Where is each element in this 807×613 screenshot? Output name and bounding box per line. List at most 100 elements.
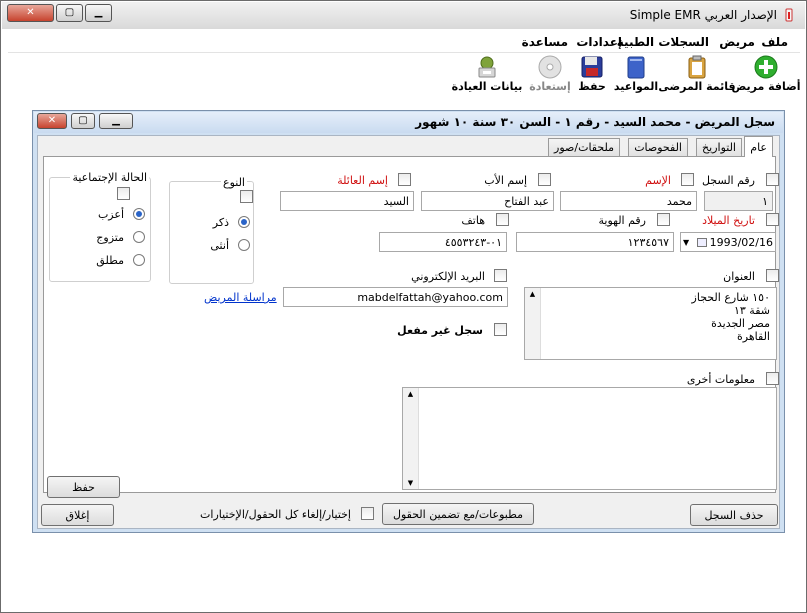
father-name-field[interactable]: عبد الفتاح bbox=[421, 191, 554, 211]
marital-married-label: متزوج bbox=[96, 231, 124, 244]
clipboard-icon bbox=[685, 55, 709, 79]
first-name-checkbox[interactable] bbox=[681, 173, 694, 186]
patient-record-window: سجل المريض - محمد السيد - رقم ١ - السن ٣… bbox=[32, 110, 785, 533]
tab-attachments[interactable]: ملحقات/صور bbox=[548, 138, 620, 156]
phone-field[interactable]: ٠١-٤٥٥٣٢٤٣ bbox=[379, 232, 507, 252]
family-name-label: إسم العائلة bbox=[337, 174, 388, 187]
window-close-button[interactable]: ✕ bbox=[7, 4, 54, 22]
menu-patient[interactable]: مريض bbox=[719, 35, 755, 49]
phone-label: هاتف bbox=[461, 214, 485, 227]
scroll-up-icon: ▲ bbox=[407, 390, 414, 398]
dob-label: تاريخ الميلاد bbox=[702, 214, 755, 227]
print-with-fields-button[interactable]: مطبوعات/مع تضمين الحقول bbox=[382, 503, 534, 525]
gender-radio-male[interactable] bbox=[238, 216, 250, 228]
address-textarea[interactable]: ▲ ١٥٠ شارع الحجاز شقة ١٣ مصر الجديدة الق… bbox=[524, 287, 777, 360]
tab-histories[interactable]: التواريخ bbox=[696, 138, 742, 156]
menu-help[interactable]: مساعدة bbox=[522, 35, 568, 49]
father-name-label: إسم الأب bbox=[484, 174, 527, 187]
gender-male-label: ذكر bbox=[212, 216, 229, 229]
marital-divorced-label: مطلق bbox=[96, 254, 124, 267]
address-line: ١٥٠ شارع الحجاز bbox=[691, 291, 770, 304]
save-toolbar-button[interactable]: حفظ bbox=[575, 55, 609, 99]
gender-group-title: النوع bbox=[221, 176, 247, 189]
scroll-up-icon: ▲ bbox=[529, 290, 536, 298]
appointments-button[interactable]: المواعيد bbox=[613, 55, 659, 99]
marital-status-group-title: الحالة الإجتماعية bbox=[70, 171, 149, 184]
record-no-label: رقم السجل bbox=[701, 174, 755, 187]
calendar-icon bbox=[696, 237, 707, 247]
email-label: البريد الإلكتروني bbox=[411, 270, 485, 283]
select-all-label: إختيار/إلغاء كل الحقول/الإختيارات bbox=[200, 508, 351, 521]
save-button[interactable]: حفظ bbox=[47, 476, 120, 498]
address-line: القاهرة bbox=[737, 330, 770, 343]
father-name-checkbox[interactable] bbox=[538, 173, 551, 186]
inactive-record-label: سجل غير مفعل bbox=[397, 324, 483, 337]
restore-button[interactable]: إستعادة bbox=[529, 55, 571, 99]
record-close-button[interactable]: ✕ bbox=[37, 113, 67, 129]
menu-medical-records[interactable]: السجلات الطبية bbox=[617, 35, 709, 49]
app-titlebar: Simple EMR الإصدار العربي ✕ ▢ ▁ bbox=[2, 2, 805, 29]
dob-date-picker[interactable]: ▼ 1993/02/16 bbox=[680, 232, 776, 252]
menu-file[interactable]: ملف bbox=[761, 35, 788, 49]
toolbar: أضافة مريض قائمة المرضى المواعيد حفظ إست… bbox=[8, 53, 801, 101]
id-no-label: رقم الهوية bbox=[598, 214, 646, 227]
other-info-scrollbar[interactable]: ▲ ▼ bbox=[403, 388, 419, 489]
other-info-textarea[interactable]: ▲ ▼ bbox=[402, 387, 777, 490]
record-body: عام التواريخ الفحوصات ملحقات/صور رقم الس… bbox=[37, 135, 780, 529]
gender-female-label: أنثى bbox=[210, 239, 229, 252]
clinic-data-button[interactable]: بيانات العيادة bbox=[449, 55, 525, 99]
plus-icon bbox=[754, 55, 778, 79]
record-titlebar: سجل المريض - محمد السيد - رقم ١ - السن ٣… bbox=[34, 112, 783, 133]
record-minimize-button[interactable]: ▁ bbox=[99, 113, 133, 129]
record-title: سجل المريض - محمد السيد - رقم ١ - السن ٣… bbox=[415, 115, 775, 129]
delete-record-button[interactable]: حذف السجل bbox=[690, 504, 778, 526]
record-no-field: ١ bbox=[704, 191, 773, 211]
disc-icon bbox=[538, 55, 562, 79]
tab-general[interactable]: عام bbox=[744, 136, 773, 157]
inactive-record-checkbox[interactable] bbox=[494, 323, 507, 336]
close-button[interactable]: إغلاق bbox=[41, 504, 114, 526]
marital-radio-single[interactable] bbox=[133, 208, 145, 220]
id-no-checkbox[interactable] bbox=[657, 213, 670, 226]
first-name-label: الإسم bbox=[645, 174, 671, 187]
floppy-disk-icon bbox=[580, 55, 604, 79]
phone-checkbox[interactable] bbox=[496, 213, 509, 226]
family-name-checkbox[interactable] bbox=[398, 173, 411, 186]
clinic-icon bbox=[475, 55, 499, 79]
family-name-field[interactable]: السيد bbox=[280, 191, 414, 211]
window-maximize-button[interactable]: ▢ bbox=[56, 4, 83, 22]
record-maximize-button[interactable]: ▢ bbox=[71, 113, 95, 129]
contact-patient-link[interactable]: مراسلة المريض bbox=[204, 291, 277, 304]
marital-radio-married[interactable] bbox=[133, 231, 145, 243]
gender-radio-female[interactable] bbox=[238, 239, 250, 251]
record-no-checkbox[interactable] bbox=[766, 173, 779, 186]
dob-value: 1993/02/16 bbox=[709, 235, 773, 249]
patient-list-button[interactable]: قائمة المرضى bbox=[658, 55, 736, 99]
email-field[interactable]: mabdelfattah@yahoo.com bbox=[283, 287, 508, 307]
first-name-field[interactable]: محمد bbox=[560, 191, 697, 211]
other-info-checkbox[interactable] bbox=[766, 372, 779, 385]
calendar-book-icon bbox=[624, 55, 648, 79]
select-all-checkbox[interactable] bbox=[361, 507, 374, 520]
address-label: العنوان bbox=[723, 270, 755, 283]
add-patient-button[interactable]: أضافة مريض bbox=[731, 55, 801, 99]
dropdown-arrow-icon: ▼ bbox=[683, 237, 690, 247]
marital-radio-divorced[interactable] bbox=[133, 254, 145, 266]
tab-examinations[interactable]: الفحوصات bbox=[628, 138, 688, 156]
app-window: Simple EMR الإصدار العربي ✕ ▢ ▁ ملف مريض… bbox=[0, 0, 807, 613]
dob-checkbox[interactable] bbox=[766, 213, 779, 226]
other-info-label: معلومات أخرى bbox=[686, 373, 755, 386]
menu-settings[interactable]: إعدادات bbox=[576, 35, 622, 49]
app-logo-icon bbox=[783, 8, 797, 22]
general-tab-panel: رقم السجل الإسم إسم الأب إسم العائلة ١ م… bbox=[43, 156, 779, 498]
marital-single-label: أعزب bbox=[97, 208, 124, 221]
address-text: ١٥٠ شارع الحجاز شقة ١٣ مصر الجديدة القاه… bbox=[692, 291, 770, 343]
address-checkbox[interactable] bbox=[766, 269, 779, 282]
window-minimize-button[interactable]: ▁ bbox=[85, 4, 112, 22]
id-no-field[interactable]: ١٢٣٤٥٦٧ bbox=[516, 232, 674, 252]
email-checkbox[interactable] bbox=[494, 269, 507, 282]
marital-status-checkbox[interactable] bbox=[117, 187, 130, 200]
app-title: Simple EMR الإصدار العربي bbox=[629, 8, 777, 22]
address-scrollbar[interactable]: ▲ bbox=[525, 288, 541, 359]
gender-checkbox[interactable] bbox=[240, 190, 253, 203]
